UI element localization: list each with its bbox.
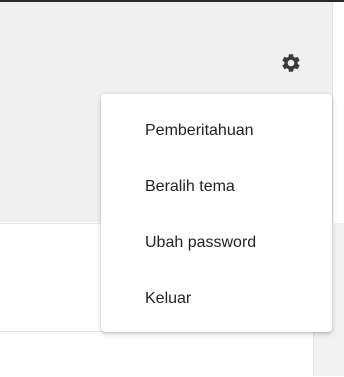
settings-button[interactable] xyxy=(277,49,305,77)
menu-item-change-password[interactable]: Ubah password xyxy=(101,215,332,271)
menu-item-label: Pemberitahuan xyxy=(145,122,254,139)
settings-dropdown-menu: Pemberitahuan Beralih tema Ubah password… xyxy=(101,94,332,332)
menu-item-label: Beralih tema xyxy=(145,178,235,195)
menu-item-switch-theme[interactable]: Beralih tema xyxy=(101,159,332,215)
menu-item-label: Ubah password xyxy=(145,234,257,251)
gear-icon xyxy=(282,54,300,72)
menu-item-notifications[interactable]: Pemberitahuan xyxy=(101,103,332,159)
menu-item-label: Keluar xyxy=(145,290,192,307)
menu-item-logout[interactable]: Keluar xyxy=(101,271,332,327)
